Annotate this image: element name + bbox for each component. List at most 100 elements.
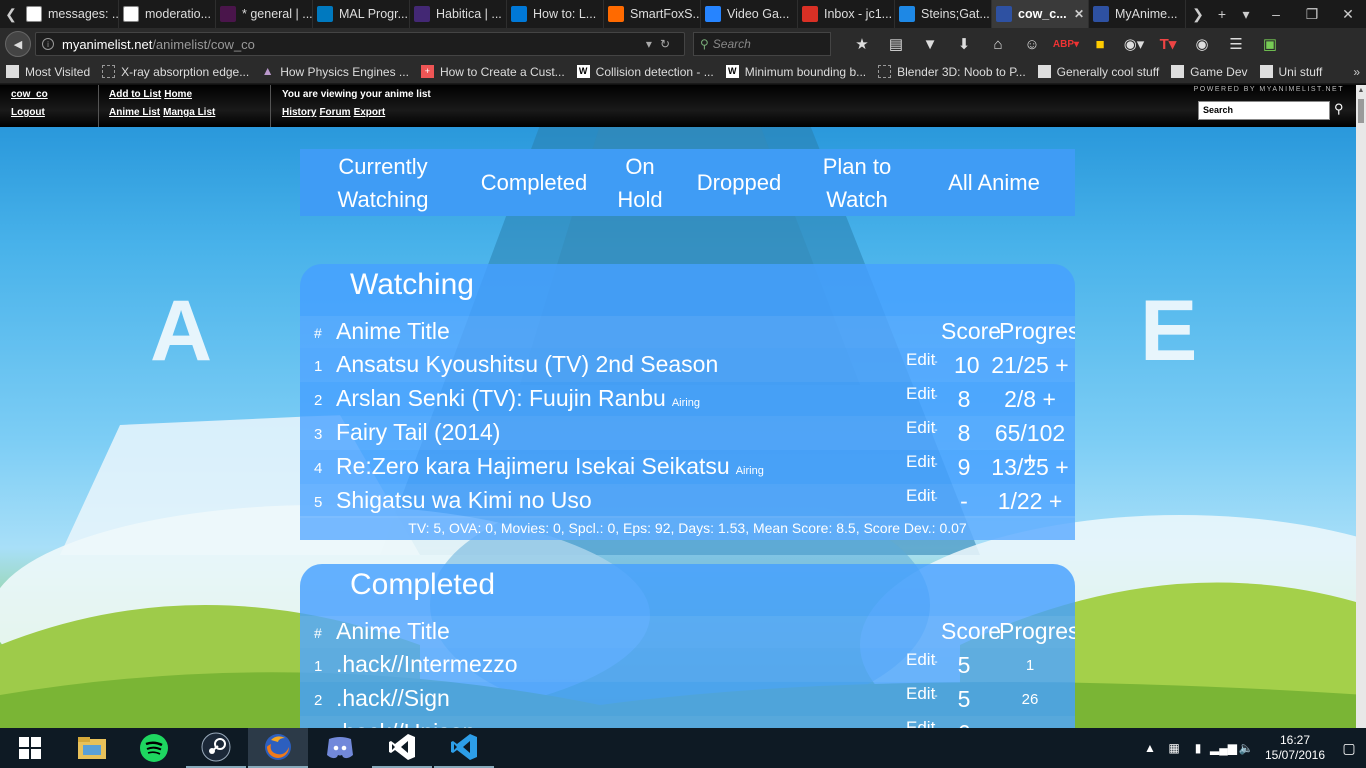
window-close-button[interactable]: ✕ [1330, 6, 1366, 23]
export-link[interactable]: Export [354, 107, 386, 118]
username-link[interactable]: cow_co [11, 89, 48, 100]
more-link[interactable]: - [934, 656, 938, 668]
bookmark-item[interactable]: Uni stuff [1259, 65, 1322, 79]
manga-list-link[interactable]: Manga List [163, 107, 215, 118]
col-title-header[interactable]: Anime Title [336, 618, 450, 645]
progress-value[interactable]: 21/25 + [990, 352, 1070, 379]
anime-title-link[interactable]: Ansatsu Kyoushitsu (TV) 2nd Season [336, 351, 718, 378]
t-extension-icon[interactable]: T▾ [1151, 35, 1185, 53]
progress-value[interactable]: 13/25 + [990, 454, 1070, 481]
windows-tray-icon[interactable]: ▦ [1162, 741, 1186, 755]
reading-list-icon[interactable]: ▤ [879, 35, 913, 53]
more-link[interactable]: - [934, 356, 938, 368]
search-icon[interactable]: ⚲ [1334, 101, 1344, 117]
url-dropdown-reload-icons[interactable]: ▾↻ [646, 37, 678, 51]
notification-icon[interactable]: ▢ [1332, 740, 1366, 757]
status-tab[interactable]: Currently Watching [300, 150, 466, 216]
anime-title-link[interactable]: .hack//Unison [336, 719, 475, 728]
anime-list-link[interactable]: Anime List [109, 107, 160, 118]
edit-link[interactable]: Edit [906, 418, 935, 438]
browser-search-field[interactable]: ⚲ Search [693, 32, 831, 56]
browser-tab[interactable]: How to: L... [507, 0, 604, 28]
edit-link[interactable]: Edit [906, 486, 935, 506]
battery-icon[interactable]: ▮ [1186, 741, 1210, 755]
shield-extension-icon[interactable]: ▣ [1253, 35, 1287, 53]
bookmark-item[interactable]: W Minimum bounding b... [725, 65, 866, 79]
close-tab-icon[interactable]: ✕ [1074, 7, 1084, 21]
more-link[interactable]: - [934, 390, 938, 402]
discord-button[interactable] [310, 728, 370, 768]
anime-title-link[interactable]: .hack//Intermezzo [336, 651, 518, 678]
volume-icon[interactable]: 🔈 [1234, 741, 1258, 755]
edit-link[interactable]: Edit [906, 350, 935, 370]
status-tab[interactable]: All Anime [914, 166, 1074, 199]
tray-overflow-icon[interactable]: ▲ [1138, 741, 1162, 755]
eye-extension-icon[interactable]: ◉▾ [1117, 35, 1151, 53]
more-link[interactable]: - [934, 492, 938, 504]
start-button[interactable] [0, 728, 60, 768]
adblock-icon[interactable]: ABP▾ [1049, 39, 1083, 50]
anime-title-link[interactable]: Shigatsu wa Kimi no Uso [336, 487, 592, 514]
anime-title-link[interactable]: Fairy Tail (2014) [336, 419, 500, 446]
steam-button[interactable] [186, 728, 246, 768]
edit-link[interactable]: Edit [906, 718, 935, 728]
emoji-icon[interactable]: ☺ [1015, 36, 1049, 53]
browser-tab[interactable]: * general | ... [216, 0, 313, 28]
window-restore-button[interactable]: ❐ [1294, 6, 1330, 23]
pocket-icon[interactable]: ▼ [913, 36, 947, 53]
anime-title-link[interactable]: Arslan Senki (TV): Fuujin Ranbu Airing [336, 385, 700, 412]
progress-value[interactable]: 2/8 + [990, 386, 1070, 413]
scroll-up-icon[interactable]: ▲ [1356, 87, 1366, 94]
forum-link[interactable]: Forum [319, 107, 350, 118]
status-tab[interactable]: On Hold [602, 150, 678, 216]
bookmark-item[interactable]: X-ray absorption edge... [102, 65, 249, 79]
bookmark-item[interactable]: + How to Create a Cust... [420, 65, 565, 79]
back-button[interactable]: ◀ [5, 31, 31, 57]
vscode-button[interactable] [434, 728, 494, 768]
history-link[interactable]: History [282, 107, 316, 118]
edit-link[interactable]: Edit [906, 684, 935, 704]
browser-tab[interactable]: Inbox - jc1... [798, 0, 895, 28]
col-progress-header[interactable]: Progress [999, 318, 1075, 345]
bookmark-item[interactable]: Most Visited [6, 65, 90, 79]
anime-title-link[interactable]: .hack//Sign [336, 685, 450, 712]
status-tab[interactable]: Completed [466, 166, 602, 199]
browser-tab[interactable]: SmartFoxS... [604, 0, 701, 28]
col-score-header[interactable]: Score [941, 618, 1001, 645]
firefox-button[interactable] [248, 728, 308, 768]
window-minimize-button[interactable]: – [1258, 6, 1294, 22]
status-tab[interactable]: Plan to Watch [800, 150, 914, 216]
home-icon[interactable]: ⌂ [981, 36, 1015, 53]
globe-extension-icon[interactable]: ◉ [1185, 35, 1219, 53]
bookmark-item[interactable]: Generally cool stuff [1037, 65, 1159, 79]
menu-icon[interactable]: ☰ [1219, 35, 1253, 53]
home-link[interactable]: Home [164, 89, 192, 100]
bookmark-item[interactable]: Game Dev [1171, 65, 1248, 79]
spotify-button[interactable] [124, 728, 184, 768]
scrollbar-thumb[interactable] [1358, 99, 1364, 123]
logout-link[interactable]: Logout [11, 107, 48, 118]
bookmark-item[interactable]: W Collision detection - ... [576, 65, 714, 79]
tabs-scroll-right-button[interactable]: ❯ [1186, 6, 1210, 23]
tabs-scroll-left-button[interactable]: ❮ [0, 0, 22, 28]
downloads-icon[interactable]: ⬇ [947, 35, 981, 53]
mal-search-input[interactable]: Search [1198, 101, 1330, 120]
browser-tab[interactable]: MAL Progr... [313, 0, 410, 28]
status-tab[interactable]: Dropped [678, 166, 800, 199]
site-info-icon[interactable]: i [42, 38, 54, 50]
tab-list-button[interactable]: ▾ [1234, 6, 1258, 23]
browser-tab[interactable]: Steins;Gat... [895, 0, 992, 28]
browser-tab[interactable]: messages: ... [22, 0, 119, 28]
col-score-header[interactable]: Score [941, 318, 1001, 345]
new-tab-button[interactable]: + [1210, 6, 1234, 22]
more-link[interactable]: - [934, 458, 938, 470]
browser-tab[interactable]: Video Ga... [701, 0, 798, 28]
edit-link[interactable]: Edit [906, 384, 935, 404]
browser-tab[interactable]: Habitica | ... [410, 0, 507, 28]
bookmarks-overflow-button[interactable]: » [1353, 65, 1360, 79]
browser-tab[interactable]: MyAnime... [1089, 0, 1186, 28]
bookmark-star-icon[interactable]: ★ [845, 35, 879, 53]
col-progress-header[interactable]: Progress [999, 618, 1075, 645]
anime-title-link[interactable]: Re:Zero kara Hajimeru Isekai Seikatsu Air… [336, 453, 764, 480]
browser-tab[interactable]: moderatio... [119, 0, 216, 28]
